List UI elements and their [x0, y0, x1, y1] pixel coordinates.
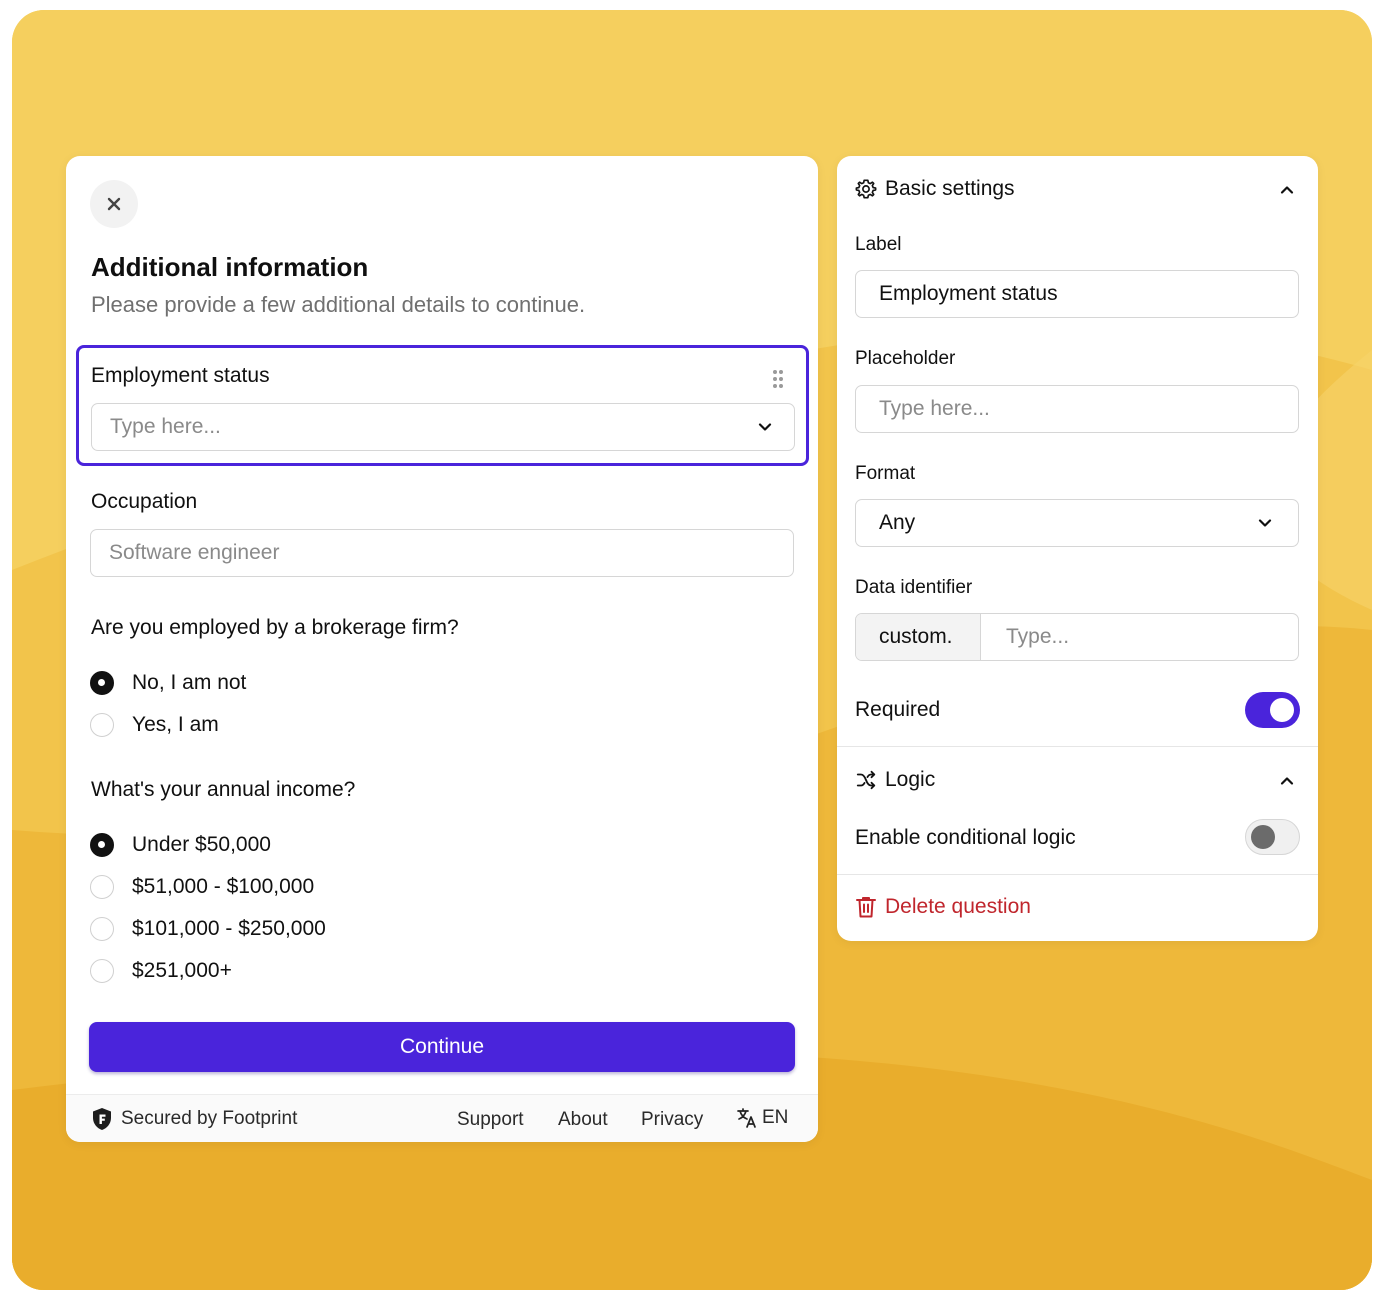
translate-icon [737, 1108, 756, 1128]
label-field-title: Label [855, 234, 902, 255]
section-divider [837, 746, 1318, 747]
page-subtitle: Please provide a few additional details … [91, 292, 586, 317]
secured-by-footprint[interactable]: Secured by Footprint [91, 1107, 297, 1131]
radio-label: $251,000+ [132, 959, 232, 982]
employment-status-placeholder: Type here... [110, 415, 221, 438]
brokerage-option-no[interactable]: No, I am not [90, 668, 246, 698]
conditional-logic-toggle[interactable] [1245, 819, 1300, 855]
shuffle-icon [856, 770, 876, 790]
close-button[interactable] [90, 180, 138, 228]
basic-settings-header[interactable]: Basic settings [855, 177, 1015, 201]
delete-question-button[interactable]: Delete question [855, 895, 1031, 919]
format-select-value: Any [879, 511, 916, 534]
conditional-logic-label: Enable conditional logic [855, 826, 1076, 849]
occupation-input[interactable]: Software engineer [90, 529, 794, 577]
radio-label: Under $50,000 [132, 833, 271, 856]
income-option-101k-250k[interactable]: $101,000 - $250,000 [90, 914, 326, 944]
data-identifier-input[interactable]: custom. Type... [855, 613, 1299, 661]
label-input[interactable]: Employment status [855, 270, 1299, 318]
logic-title: Logic [885, 768, 936, 791]
toggle-knob [1251, 824, 1275, 849]
toggle-knob [1270, 698, 1294, 722]
language-selector[interactable]: EN [736, 1107, 788, 1129]
income-option-251k-plus[interactable]: $251,000+ [90, 956, 232, 986]
employment-status-label: Employment status [91, 364, 270, 387]
page-title: Additional information [91, 252, 369, 282]
footprint-shield-icon [93, 1108, 111, 1130]
occupation-placeholder: Software engineer [109, 541, 280, 564]
brokerage-option-yes[interactable]: Yes, I am [90, 710, 219, 740]
income-option-under-50k[interactable]: Under $50,000 [90, 830, 271, 860]
secured-label: Secured by Footprint [121, 1108, 298, 1129]
basic-settings-title: Basic settings [885, 177, 1015, 200]
chevron-down-icon [758, 423, 772, 431]
format-select[interactable]: Any [855, 499, 1299, 547]
radio-unselected[interactable] [90, 959, 114, 983]
radio-unselected[interactable] [90, 713, 114, 737]
placeholder-field-title: Placeholder [855, 348, 956, 369]
required-toggle[interactable] [1245, 692, 1300, 728]
footer-link-privacy[interactable]: Privacy [641, 1109, 703, 1131]
data-identifier-placeholder: Type... [1006, 625, 1070, 648]
employment-status-field[interactable]: Employment status Type here... [76, 345, 809, 466]
settings-panel: Basic settings Label Employment status P… [837, 156, 1318, 941]
chevron-down-icon [1258, 519, 1272, 527]
trash-icon [856, 897, 876, 918]
footer-link-support[interactable]: Support [457, 1109, 524, 1131]
language-label: EN [762, 1107, 789, 1128]
radio-selected[interactable] [90, 671, 114, 695]
format-field-title: Format [855, 463, 916, 484]
chevron-up-icon[interactable] [1278, 181, 1296, 199]
footer-link-about[interactable]: About [558, 1109, 608, 1131]
brokerage-question: Are you employed by a brokerage firm? [91, 616, 459, 639]
radio-unselected[interactable] [90, 875, 114, 899]
radio-unselected[interactable] [90, 917, 114, 941]
income-question: What's your annual income? [91, 778, 356, 801]
occupation-label: Occupation [91, 490, 198, 513]
form-card: Additional information Please provide a … [66, 156, 818, 1142]
footer: Secured by Footprint Support About Priva… [66, 1094, 818, 1142]
data-identifier-prefix: custom. [856, 614, 981, 660]
radio-label: Yes, I am [132, 713, 219, 736]
continue-button[interactable]: Continue [89, 1022, 795, 1072]
radio-selected[interactable] [90, 833, 114, 857]
label-input-value: Employment status [879, 282, 1058, 305]
close-icon [107, 197, 121, 211]
gear-icon [855, 179, 877, 199]
chevron-up-icon[interactable] [1278, 772, 1296, 790]
placeholder-input[interactable]: Type here... [855, 385, 1299, 433]
placeholder-input-value: Type here... [879, 397, 990, 420]
radio-label: $101,000 - $250,000 [132, 917, 326, 940]
radio-label: No, I am not [132, 671, 247, 694]
required-label: Required [855, 698, 941, 721]
data-identifier-title: Data identifier [855, 577, 973, 598]
income-option-51k-100k[interactable]: $51,000 - $100,000 [90, 872, 314, 902]
logic-header[interactable]: Logic [855, 768, 935, 792]
employment-status-select[interactable]: Type here... [91, 403, 795, 451]
radio-label: $51,000 - $100,000 [132, 875, 315, 898]
delete-question-label: Delete question [885, 895, 1031, 918]
section-divider [837, 874, 1318, 875]
drag-handle-icon[interactable] [772, 369, 784, 389]
